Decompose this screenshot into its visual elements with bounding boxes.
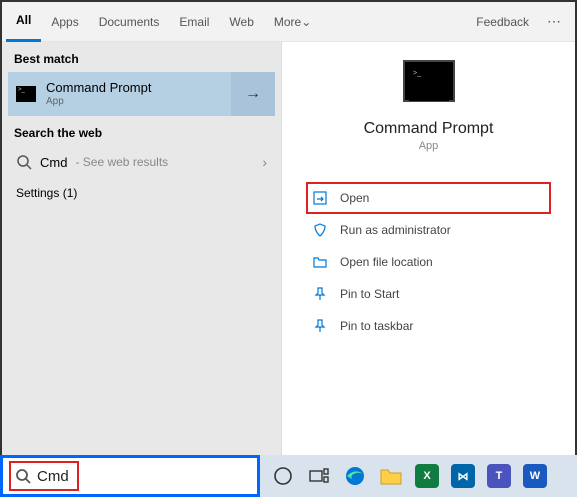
search-icon bbox=[16, 154, 32, 170]
action-open[interactable]: Open bbox=[306, 182, 551, 214]
best-match-label: Best match bbox=[2, 42, 281, 72]
more-options-icon[interactable]: ⋯ bbox=[537, 13, 571, 30]
tab-more[interactable]: More ⌄ bbox=[264, 2, 321, 42]
edge-icon[interactable] bbox=[338, 459, 372, 493]
action-pin-taskbar[interactable]: Pin to taskbar bbox=[306, 310, 551, 342]
folder-icon bbox=[312, 254, 328, 270]
tab-all[interactable]: All bbox=[6, 2, 41, 42]
cortana-icon[interactable] bbox=[266, 459, 300, 493]
tab-email[interactable]: Email bbox=[169, 2, 219, 42]
tab-apps[interactable]: Apps bbox=[41, 2, 88, 42]
action-pin-start[interactable]: Pin to Start bbox=[306, 278, 551, 310]
best-match-item[interactable]: Command Prompt App → bbox=[8, 72, 275, 116]
preview-pane: >_ Command Prompt App Open Run as admini… bbox=[282, 42, 575, 455]
action-pin-start-label: Pin to Start bbox=[340, 287, 399, 301]
chevron-right-icon: › bbox=[262, 154, 267, 170]
taskbar-search-box[interactable]: Cmd bbox=[0, 455, 260, 497]
svg-text:>_: >_ bbox=[413, 70, 421, 77]
word-icon[interactable]: W bbox=[518, 459, 552, 493]
task-view-icon[interactable] bbox=[302, 459, 336, 493]
search-icon bbox=[15, 468, 31, 484]
pin-taskbar-icon bbox=[312, 318, 328, 334]
category-tabs: All Apps Documents Email Web More ⌄ Feed… bbox=[2, 2, 575, 42]
web-result-text: Cmd bbox=[40, 155, 67, 170]
command-prompt-preview-icon: >_ bbox=[403, 60, 455, 102]
file-explorer-icon[interactable] bbox=[374, 459, 408, 493]
best-match-subtitle: App bbox=[46, 96, 151, 108]
taskbar: X ⋈ T W bbox=[260, 455, 577, 497]
tab-web[interactable]: Web bbox=[219, 2, 263, 42]
excel-icon[interactable]: X bbox=[410, 459, 444, 493]
windows-search-panel: All Apps Documents Email Web More ⌄ Feed… bbox=[0, 0, 577, 455]
best-match-title: Command Prompt bbox=[46, 81, 151, 96]
vscode-icon[interactable]: ⋈ bbox=[446, 459, 480, 493]
search-input-value: Cmd bbox=[37, 468, 69, 485]
pin-start-icon bbox=[312, 286, 328, 302]
web-result-subtext: - See web results bbox=[75, 155, 168, 169]
action-pin-taskbar-label: Pin to taskbar bbox=[340, 319, 413, 333]
feedback-link[interactable]: Feedback bbox=[468, 15, 537, 29]
action-open-label: Open bbox=[340, 191, 369, 205]
preview-subtitle: App bbox=[419, 140, 439, 152]
results-list: Best match Command Prompt App → Search t… bbox=[2, 42, 282, 455]
search-web-label: Search the web bbox=[2, 116, 281, 146]
action-open-location[interactable]: Open file location bbox=[306, 246, 551, 278]
action-run-admin-label: Run as administrator bbox=[340, 223, 451, 237]
command-prompt-icon bbox=[16, 86, 36, 102]
panel-body: Best match Command Prompt App → Search t… bbox=[2, 42, 575, 455]
tab-documents[interactable]: Documents bbox=[89, 2, 170, 42]
web-result-item[interactable]: Cmd - See web results › bbox=[2, 146, 281, 178]
expand-arrow-icon[interactable]: → bbox=[231, 72, 275, 116]
shield-icon bbox=[312, 222, 328, 238]
chevron-down-icon: ⌄ bbox=[301, 15, 311, 29]
open-icon bbox=[312, 190, 328, 206]
preview-title: Command Prompt bbox=[364, 120, 494, 138]
settings-result[interactable]: Settings (1) bbox=[2, 178, 281, 208]
action-run-admin[interactable]: Run as administrator bbox=[306, 214, 551, 246]
action-list: Open Run as administrator Open file loca… bbox=[282, 152, 575, 342]
action-open-location-label: Open file location bbox=[340, 255, 433, 269]
teams-icon[interactable]: T bbox=[482, 459, 516, 493]
